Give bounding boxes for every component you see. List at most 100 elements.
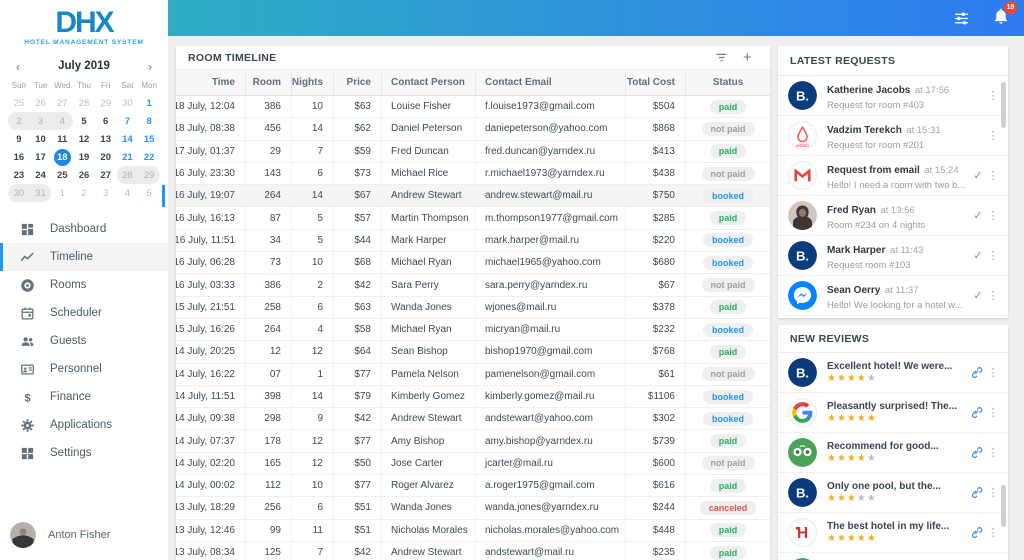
review-item[interactable]: The best hotel in my life... ★★★★★ ⋮ xyxy=(778,513,1008,553)
confirm-check-icon[interactable]: ✓ xyxy=(970,249,986,262)
table-row[interactable]: 16 July, 16:13 87 5 $57 Martin Thompson … xyxy=(176,207,770,230)
calendar-day[interactable]: 4 xyxy=(51,112,74,130)
calendar-day[interactable]: 8 xyxy=(138,112,160,130)
cell-email-link[interactable]: nicholas.morales@yahoo.com xyxy=(476,519,626,541)
confirm-check-icon[interactable]: ✓ xyxy=(970,169,986,182)
sidebar-item[interactable]: Finance xyxy=(0,383,168,411)
cell-email-link[interactable]: jcarter@mail.ru xyxy=(476,452,626,475)
request-item[interactable]: Sean Oerry at 11:37 Hello! We looking fo… xyxy=(778,276,1008,316)
kebab-menu-icon[interactable]: ⋮ xyxy=(986,289,1000,302)
cell-email-link[interactable]: pamenelson@gmail.com xyxy=(476,363,626,385)
table-row[interactable]: 13 July, 12:46 99 11 $51 Nicholas Morale… xyxy=(176,519,770,542)
table-row[interactable]: 14 July, 07:37 178 12 $77 Amy Bishop amy… xyxy=(176,430,770,453)
calendar-day[interactable]: 12 xyxy=(73,130,95,148)
filter-icon[interactable] xyxy=(714,50,729,65)
table-row[interactable]: 16 July, 19:07 264 14 $67 Andrew Stewart… xyxy=(176,185,770,208)
request-item[interactable]: Vadzim Terekch at 15:31 Request for room… xyxy=(778,116,1008,156)
review-item[interactable]: Recommend for good... ★★★★★ ⋮ xyxy=(778,433,1008,473)
calendar-day[interactable]: 25 xyxy=(51,166,73,184)
cell-email-link[interactable]: sara.perry@yarndex.ru xyxy=(476,274,626,296)
link-icon[interactable] xyxy=(969,485,984,500)
kebab-menu-icon[interactable]: ⋮ xyxy=(986,89,1000,102)
calendar-day[interactable]: 11 xyxy=(51,130,73,148)
calendar-day[interactable]: 1 xyxy=(138,94,160,112)
calendar-day[interactable]: 28 xyxy=(73,94,95,112)
calendar-day[interactable]: 27 xyxy=(95,166,117,184)
link-icon[interactable] xyxy=(969,525,984,540)
tune-icon[interactable] xyxy=(953,10,970,27)
table-row[interactable]: 17 July, 01:37 29 7 $59 Fred Duncan fred… xyxy=(176,140,770,163)
calendar-day[interactable]: 27 xyxy=(51,94,73,112)
calendar-day[interactable]: 13 xyxy=(95,130,117,148)
sidebar-item[interactable]: Settings xyxy=(0,439,168,467)
calendar-day[interactable]: 17 xyxy=(30,148,52,166)
current-user[interactable]: Anton Fisher xyxy=(0,518,168,552)
link-icon[interactable] xyxy=(969,405,984,420)
kebab-menu-icon[interactable]: ⋮ xyxy=(986,366,1000,379)
calendar-day[interactable]: 4 xyxy=(117,184,139,202)
calendar-day[interactable]: 6 xyxy=(95,112,117,130)
review-item[interactable]: ★★★★★ ⋮ xyxy=(778,553,1008,560)
sidebar-item[interactable]: Rooms xyxy=(0,271,168,299)
calendar-prev-icon[interactable]: ‹ xyxy=(8,59,28,74)
cell-email-link[interactable]: f.louise1973@gmail.com xyxy=(476,96,626,118)
calendar-day[interactable]: 1 xyxy=(51,184,73,202)
calendar-day[interactable]: 24 xyxy=(30,166,52,184)
table-row[interactable]: 14 July, 16:22 07 1 $77 Pamela Nelson pa… xyxy=(176,363,770,386)
calendar-day[interactable]: 29 xyxy=(138,166,160,184)
calendar-day[interactable]: 18 xyxy=(53,148,71,166)
calendar-day[interactable]: 30 xyxy=(8,184,30,202)
sidebar-item[interactable]: Personnel xyxy=(0,355,168,383)
calendar-day[interactable]: 15 xyxy=(138,130,160,148)
cell-email-link[interactable]: kimberly.gomez@mail.ru xyxy=(476,385,626,408)
review-item[interactable]: Only one pool, but the... ★★★★★ ⋮ xyxy=(778,473,1008,513)
confirm-check-icon[interactable]: ✓ xyxy=(970,209,986,222)
request-item[interactable]: Katherine Jacobs at 17:56 Request for ro… xyxy=(778,76,1008,116)
table-row[interactable]: 14 July, 02:20 165 12 $50 Jose Carter jc… xyxy=(176,452,770,476)
sidebar-item[interactable]: Timeline xyxy=(0,243,168,271)
calendar-day[interactable]: 9 xyxy=(8,130,30,148)
calendar-day[interactable]: 21 xyxy=(117,148,139,166)
requests-scrollbar[interactable] xyxy=(1001,82,1006,128)
table-row[interactable]: 16 July, 23:30 143 6 $73 Michael Rice r.… xyxy=(176,162,770,186)
request-item[interactable]: Fred Ryan at 13:56 Room #234 on 4 nights… xyxy=(778,196,1008,236)
calendar-day[interactable]: 14 xyxy=(117,130,139,148)
kebab-menu-icon[interactable]: ⋮ xyxy=(986,486,1000,499)
table-row[interactable]: 18 July, 08:38 456 14 $62 Daniel Peterso… xyxy=(176,118,770,141)
calendar-day[interactable]: 30 xyxy=(117,94,139,112)
cell-email-link[interactable]: michael1965@yahoo.com xyxy=(476,252,626,274)
table-row[interactable]: 13 July, 18:29 256 6 $51 Wanda Jones wan… xyxy=(176,497,770,520)
calendar-day[interactable]: 3 xyxy=(29,112,52,130)
sidebar-item[interactable]: Guests xyxy=(0,327,168,355)
cell-email-link[interactable]: andrew.stewart@mail.ru xyxy=(476,185,626,207)
calendar-day[interactable]: 16 xyxy=(8,148,30,166)
cell-email-link[interactable]: wanda.jones@yarndex.ru xyxy=(476,497,626,519)
reviews-scrollbar[interactable] xyxy=(1001,485,1006,527)
cell-email-link[interactable]: amy.bishop@yarndex.ru xyxy=(476,430,626,452)
review-item[interactable]: Excellent hotel! We were... ★★★★★ ⋮ xyxy=(778,353,1008,393)
calendar-day[interactable]: 29 xyxy=(95,94,117,112)
calendar-day[interactable]: 10 xyxy=(30,130,52,148)
table-row[interactable]: 14 July, 11:51 398 14 $79 Kimberly Gomez… xyxy=(176,385,770,409)
kebab-menu-icon[interactable]: ⋮ xyxy=(986,406,1000,419)
request-item[interactable]: Mark Harper at 11:43 Request room #103 ✓… xyxy=(778,236,1008,276)
sidebar-item[interactable]: Applications xyxy=(0,411,168,439)
add-booking-icon[interactable]: + xyxy=(743,50,758,65)
calendar-day[interactable]: 7 xyxy=(117,112,139,130)
confirm-check-icon[interactable]: ✓ xyxy=(970,289,986,302)
table-row[interactable]: 13 July, 08:34 125 7 $42 Andrew Stewart … xyxy=(176,541,770,560)
cell-email-link[interactable]: daniepeterson@yahoo.com xyxy=(476,118,626,140)
cell-email-link[interactable]: m.thompson1977@gmail.com xyxy=(476,207,626,229)
notifications-bell-icon[interactable]: 19 xyxy=(992,0,1017,30)
calendar-day[interactable]: 3 xyxy=(95,184,117,202)
table-row[interactable]: 14 July, 09:38 298 9 $42 Andrew Stewart … xyxy=(176,408,770,431)
sidebar-item[interactable]: Dashboard xyxy=(0,215,168,243)
calendar-day[interactable]: 5 xyxy=(73,112,95,130)
calendar-day[interactable]: 26 xyxy=(30,94,52,112)
link-icon[interactable] xyxy=(969,445,984,460)
kebab-menu-icon[interactable]: ⋮ xyxy=(986,129,1000,142)
calendar-day[interactable]: 2 xyxy=(8,112,30,130)
kebab-menu-icon[interactable]: ⋮ xyxy=(986,169,1000,182)
calendar-day[interactable]: 5 xyxy=(138,184,160,202)
kebab-menu-icon[interactable]: ⋮ xyxy=(986,249,1000,262)
